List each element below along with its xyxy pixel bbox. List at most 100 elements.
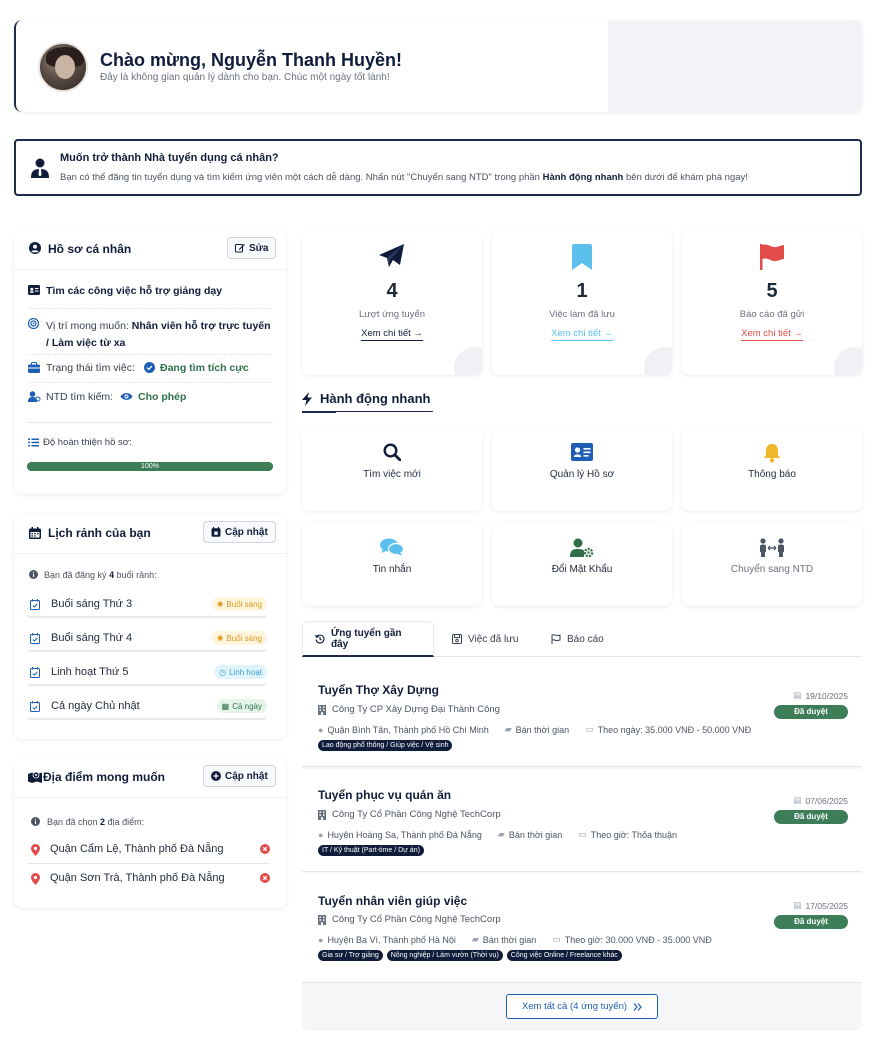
tab-reports[interactable]: Báo cáo bbox=[539, 621, 616, 657]
locations-title: Địa điểm mong muốn bbox=[43, 770, 166, 784]
application-item[interactable]: Tuyển nhân viên giúp việc Công Ty Cổ Phầ… bbox=[302, 874, 862, 983]
quick-action-find-jobs[interactable]: Tìm việc mới bbox=[302, 428, 482, 511]
job-tag: Nông nghiệp / Làm vườn (Thời vụ) bbox=[386, 950, 503, 961]
welcome-title: Chào mừng, Nguyễn Thanh Huyền! bbox=[100, 50, 403, 70]
remove-location-icon[interactable] bbox=[260, 873, 270, 883]
calendar-icon bbox=[29, 527, 41, 539]
applications-detail-link[interactable]: Xem chi tiết → bbox=[302, 328, 482, 341]
money-icon: ▭ bbox=[552, 934, 561, 944]
application-item[interactable]: Tuyển Thợ Xây Dựng Công Ty CP Xây Dựng Đ… bbox=[302, 664, 862, 767]
bolt-icon bbox=[302, 391, 312, 406]
location-pin-icon: ● bbox=[318, 829, 324, 840]
car-icon: ▰ bbox=[504, 724, 512, 734]
job-date: ▤ 07/06/2025 bbox=[793, 795, 848, 806]
job-meta: ● Huyện Hoàng Sa, Thành phố Đà Nẵng ▰ Bán … bbox=[318, 829, 678, 840]
calendar-day-icon: ▦ bbox=[221, 701, 230, 711]
schedule-item: Linh hoạt Thứ 5 ◷ Linh hoạt bbox=[27, 660, 267, 686]
user-circle-icon bbox=[29, 242, 41, 254]
flag-icon bbox=[682, 244, 862, 270]
job-title[interactable]: Tuyển nhân viên giúp việc bbox=[318, 894, 467, 908]
job-company: Công Ty Cổ Phần Công Nghệ TechCorp bbox=[318, 809, 501, 820]
bell-icon bbox=[682, 443, 862, 463]
schedule-card: Lịch rảnh của bạn Cập nhật Bạn đã đăng k… bbox=[14, 514, 286, 739]
calendar-edit-icon bbox=[211, 527, 221, 537]
tab-recent-applications[interactable]: Ứng tuyển gần đây bbox=[302, 621, 434, 657]
location-item: Quận Sơn Trà, Thành phố Đà Nẵng bbox=[27, 865, 270, 893]
user-gear-icon bbox=[492, 538, 672, 558]
pin-icon bbox=[31, 844, 40, 856]
building-icon bbox=[318, 809, 326, 820]
quick-action-notifications[interactable]: Thông báo bbox=[682, 428, 862, 511]
quick-action-messages[interactable]: Tin nhắn bbox=[302, 523, 482, 606]
employer-search-value: Cho phép bbox=[138, 391, 187, 403]
banner-text: Bạn có thể đăng tin tuyển dụng và tìm ki… bbox=[60, 172, 748, 183]
tab-saved-jobs[interactable]: Việc đã lưu bbox=[440, 621, 530, 657]
car-icon: ▰ bbox=[471, 934, 479, 944]
progress-text: 100% bbox=[141, 463, 159, 470]
job-meta: ● Quận Bình Tân, Thành phố Hồ Chí Minh ▰ B… bbox=[318, 724, 752, 735]
job-meta: ● Huyện Ba Vì, Thành phố Hà Nội ▰ Bán thời… bbox=[318, 934, 712, 945]
stat-applications: 4 Lượt ứng tuyển Xem chi tiết → bbox=[302, 230, 482, 375]
welcome-banner-area bbox=[608, 20, 862, 112]
id-badge-icon bbox=[492, 443, 672, 461]
target-icon bbox=[28, 318, 39, 329]
edit-icon bbox=[235, 243, 245, 253]
profile-progress-bar: 100% bbox=[27, 462, 273, 471]
calendar-check-icon bbox=[30, 599, 40, 610]
status-badge: Đã duyệt bbox=[774, 915, 848, 929]
job-title[interactable]: Tuyển Thợ Xây Dựng bbox=[318, 683, 439, 697]
job-date: ▤ 17/05/2025 bbox=[793, 900, 848, 911]
map-location-icon bbox=[28, 771, 42, 783]
job-title[interactable]: Tuyển phục vụ quán ăn bbox=[318, 788, 451, 802]
job-tag: Công việc Online / Freelance khác bbox=[506, 950, 622, 961]
user-search-icon bbox=[28, 391, 41, 402]
job-status-label: Trạng thái tìm việc: bbox=[46, 362, 135, 374]
job-tag: Gia sư / Trợ giảng bbox=[318, 950, 383, 961]
reports-detail-link[interactable]: Xem chi tiết → bbox=[682, 328, 862, 341]
quick-action-manage-profile[interactable]: Quản lý Hồ sơ bbox=[492, 428, 672, 511]
job-tags: Lao động phổ thông / Giúp việc / Vệ sinh bbox=[318, 740, 453, 751]
job-tags: IT / Kỹ thuật (Part-time / Dự án) bbox=[318, 845, 424, 856]
money-icon: ▭ bbox=[585, 724, 594, 734]
history-icon bbox=[315, 633, 325, 644]
car-icon: ▰ bbox=[497, 829, 505, 839]
edit-profile-button[interactable]: Sửa bbox=[227, 237, 277, 259]
job-tag: IT / Kỹ thuật (Part-time / Dự án) bbox=[318, 845, 424, 856]
clock-icon: ◷ bbox=[219, 667, 227, 677]
bookmark-icon bbox=[492, 244, 672, 270]
welcome-card: Chào mừng, Nguyễn Thanh Huyền! Đây là kh… bbox=[14, 20, 862, 112]
update-schedule-button[interactable]: Cập nhật bbox=[203, 521, 276, 543]
job-date: ▤ 19/10/2025 bbox=[793, 690, 848, 701]
building-icon bbox=[318, 704, 326, 715]
morning-badge: ✺ Buổi sáng bbox=[211, 597, 267, 611]
user-tie-icon bbox=[31, 158, 49, 178]
view-all-applications-button[interactable]: Xem tất cả (4 ứng tuyển) bbox=[506, 994, 658, 1019]
avatar[interactable] bbox=[38, 42, 88, 92]
chat-bubbles-icon bbox=[302, 538, 482, 556]
saved-jobs-detail-link[interactable]: Xem chi tiết → bbox=[492, 328, 672, 341]
recent-applications-list: Tuyển Thợ Xây Dựng Công Ty CP Xây Dựng Đ… bbox=[302, 664, 862, 1031]
job-status-value: Đang tìm tích cực bbox=[160, 362, 249, 374]
pin-icon bbox=[31, 873, 40, 885]
update-locations-button[interactable]: Cập nhật bbox=[203, 765, 276, 787]
remove-location-icon[interactable] bbox=[260, 844, 270, 854]
desired-position: Vị trí mong muốn: Nhân viên hỗ trợ trực … bbox=[46, 320, 271, 349]
job-company: Công Ty Cổ Phần Công Nghệ TechCorp bbox=[318, 914, 501, 925]
location-pin-icon: ● bbox=[318, 934, 324, 945]
quick-actions-heading: Hành động nhanh bbox=[302, 391, 430, 406]
schedule-item: Buổi sáng Thứ 3 ✺ Buổi sáng bbox=[27, 592, 267, 618]
list-check-icon bbox=[28, 438, 39, 447]
profile-card: Hồ sơ cá nhân Sửa Tìm các công việc hỗ t… bbox=[14, 230, 286, 494]
info-icon bbox=[31, 817, 40, 826]
status-badge: Đã duyệt bbox=[774, 810, 848, 824]
schedule-item: Cả ngày Chủ nhật ▦ Cả ngày bbox=[27, 694, 267, 720]
calendar-check-icon bbox=[30, 667, 40, 678]
application-item[interactable]: Tuyển phục vụ quán ăn Công Ty Cổ Phần Cô… bbox=[302, 769, 862, 872]
floppy-icon bbox=[452, 634, 462, 644]
profile-title: Hồ sơ cá nhân bbox=[48, 242, 132, 256]
job-tag: Lao động phổ thông / Giúp việc / Vệ sinh bbox=[318, 740, 453, 751]
flexible-badge: ◷ Linh hoạt bbox=[214, 665, 267, 679]
quick-action-switch-employer[interactable]: Chuyển sang NTD bbox=[682, 523, 862, 606]
money-icon: ▭ bbox=[578, 829, 587, 839]
quick-action-change-password[interactable]: Đổi Mật Khẩu bbox=[492, 523, 672, 606]
